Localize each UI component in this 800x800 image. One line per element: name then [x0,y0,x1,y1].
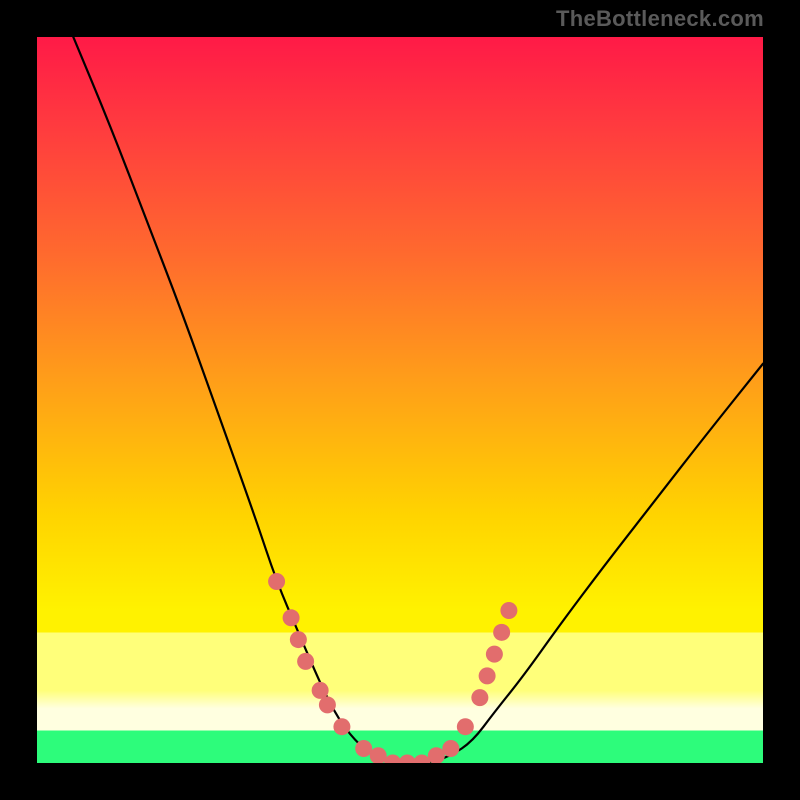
marker-dot [428,747,445,763]
marker-dot [413,755,430,764]
marker-dot [290,631,307,648]
marker-dot [399,755,416,764]
marker-dot [283,609,300,626]
marker-dot [384,755,401,764]
marker-dot [493,624,510,641]
marker-dot [268,573,285,590]
plot-area [37,37,763,763]
marker-dot [319,696,336,713]
chart-svg [37,37,763,763]
marker-dot [500,602,517,619]
marker-dot [355,740,372,757]
marker-dot [457,718,474,735]
marker-dot [486,646,503,663]
marker-dot [333,718,350,735]
marker-dot [312,682,329,699]
marker-dot [442,740,459,757]
marker-dot [479,667,496,684]
marker-dot [297,653,314,670]
bottleneck-curve-path [73,37,763,763]
marker-dot [370,747,387,763]
marker-dot [471,689,488,706]
chart-frame: TheBottleneck.com [0,0,800,800]
attribution-text: TheBottleneck.com [556,6,764,32]
marker-group [268,573,517,763]
